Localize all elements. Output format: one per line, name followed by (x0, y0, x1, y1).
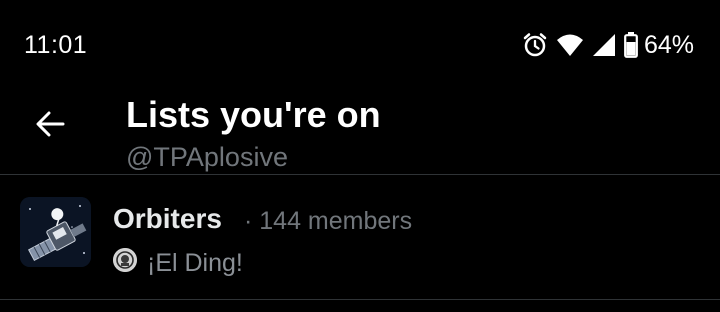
list-member-count: · 144 members (244, 207, 413, 235)
list-item[interactable]: Orbiters · 144 members ¡El Ding! (0, 175, 720, 299)
battery-percent: 64% (643, 30, 694, 59)
page-header: Lists you're on @TPAplosive (0, 90, 720, 174)
back-button[interactable] (26, 102, 74, 150)
list-owner-name: ¡El Ding! (147, 249, 243, 277)
owner-avatar-icon (113, 248, 137, 272)
list-divider (0, 299, 720, 300)
page-subtitle: @TPAplosive (126, 142, 288, 172)
arrow-left-icon (35, 111, 65, 142)
status-time: 11:01 (24, 31, 88, 59)
status-bar: 11:01 64% (0, 0, 720, 90)
status-icons: 64% (522, 31, 694, 59)
list-name: Orbiters (113, 203, 222, 234)
alarm-icon (522, 32, 548, 58)
page-title: Lists you're on (126, 94, 381, 135)
wifi-icon (556, 33, 584, 57)
cell-signal-icon (592, 33, 616, 57)
list-avatar (20, 197, 91, 267)
battery-icon (624, 32, 638, 58)
